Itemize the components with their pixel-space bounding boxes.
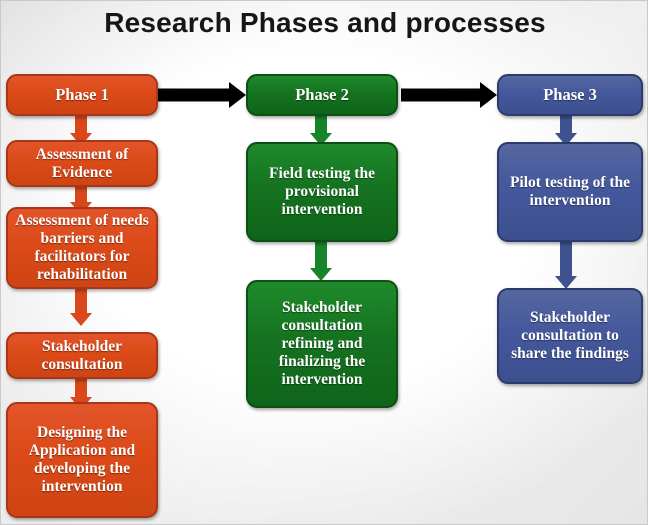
- connector-phase2-head-to-step1: [309, 111, 333, 146]
- arrow-shaft: [158, 88, 230, 102]
- connector-phase3-step1-to-step2: [554, 241, 578, 289]
- arrow-shaft: [401, 88, 480, 102]
- phase-1-step-2-label: Assessment of needs barriers and facilit…: [15, 212, 149, 283]
- arrow-phase2-to-phase3: [401, 82, 497, 108]
- phase-2-step-1-label: Field testing the provisional interventi…: [269, 165, 375, 218]
- phase-1-step-1[interactable]: Assessment of Evidence: [6, 140, 158, 187]
- arrow-shaft: [315, 241, 327, 270]
- phase-1-header-label: Phase 1: [55, 85, 109, 105]
- phase-2-step-1[interactable]: Field testing the provisional interventi…: [246, 142, 398, 242]
- phase-3-step-1[interactable]: Pilot testing of the intervention: [497, 142, 643, 242]
- page-title: Research Phases and processes: [104, 7, 546, 38]
- phase-1-step-3-label: Stakeholder consultation: [41, 337, 123, 373]
- phase-1-step-4-label: Designing the Application and developing…: [28, 424, 136, 495]
- arrow-head-down-icon: [70, 313, 92, 326]
- connector-phase2-step1-to-step2: [309, 241, 333, 281]
- phase-1-step-4[interactable]: Designing the Application and developing…: [6, 402, 158, 518]
- phase-1-step-2[interactable]: Assessment of needs barriers and facilit…: [6, 207, 158, 289]
- arrow-shaft: [75, 286, 87, 315]
- connector-phase1-step2-to-step3: [69, 286, 93, 326]
- phase-3-step-2[interactable]: Stakeholder consultation to share the fi…: [497, 288, 643, 384]
- arrow-shaft: [75, 376, 87, 399]
- diagram-canvas: Research Phases and processes Phase 1 As…: [0, 0, 648, 525]
- phase-2-step-2-label: Stakeholder consultation refining and fi…: [278, 299, 366, 388]
- phase-1-header[interactable]: Phase 1: [6, 74, 158, 116]
- connector-phase3-head-to-step1: [554, 111, 578, 146]
- arrow-head-right-icon: [229, 82, 246, 108]
- phase-1-step-3[interactable]: Stakeholder consultation: [6, 332, 158, 379]
- phase-3-header-label: Phase 3: [543, 85, 597, 105]
- phase-2-header[interactable]: Phase 2: [246, 74, 398, 116]
- phase-3-step-1-label: Pilot testing of the intervention: [509, 174, 631, 209]
- phase-1-step-1-label: Assessment of Evidence: [35, 145, 129, 181]
- phase-3-step-2-label: Stakeholder consultation to share the fi…: [511, 309, 629, 362]
- arrow-phase1-to-phase2: [158, 82, 246, 108]
- arrow-shaft: [560, 241, 572, 278]
- phase-2-step-2[interactable]: Stakeholder consultation refining and fi…: [246, 280, 398, 408]
- arrow-head-right-icon: [480, 82, 497, 108]
- phase-3-header[interactable]: Phase 3: [497, 74, 643, 116]
- phase-2-header-label: Phase 2: [295, 85, 349, 105]
